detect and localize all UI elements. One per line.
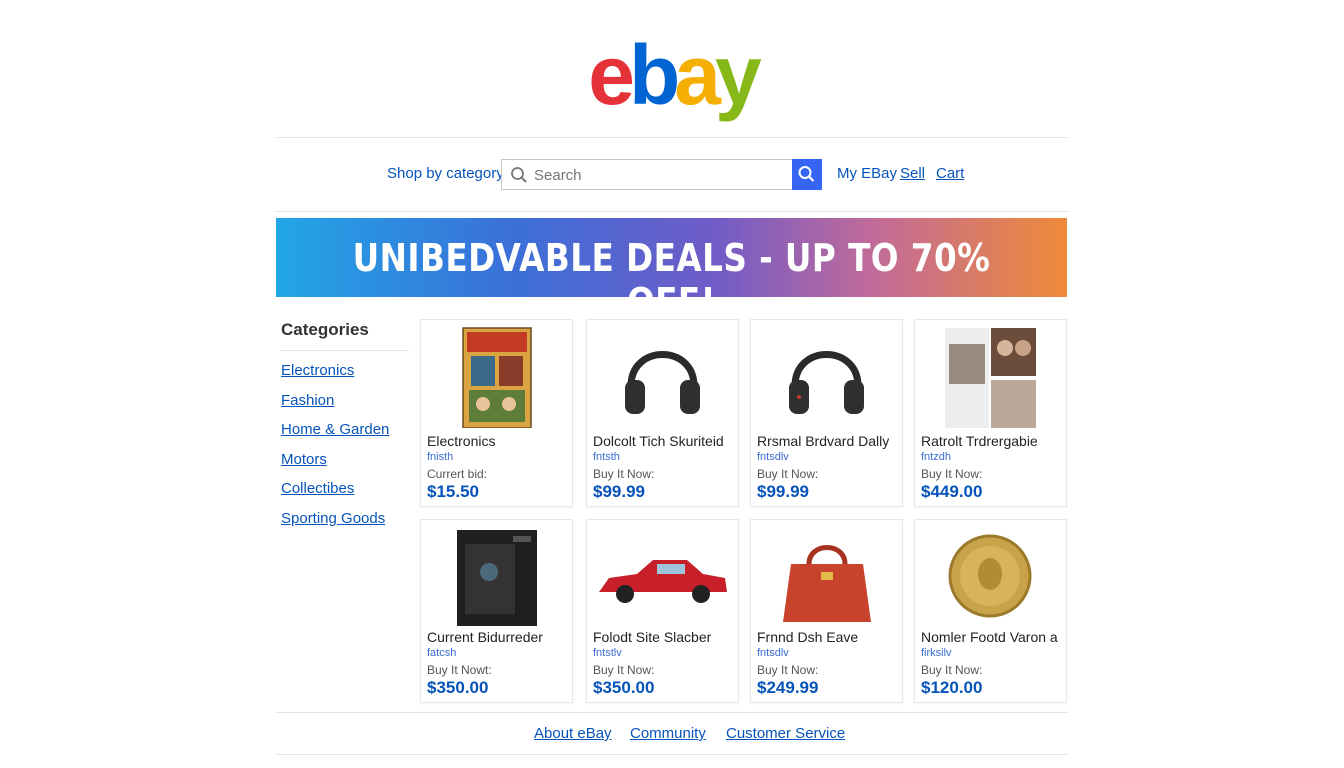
product-title[interactable]: Folodt Site Slacber: [593, 629, 711, 645]
product-price: $249.99: [757, 678, 819, 697]
seller-name: fntsth: [593, 451, 620, 463]
top-nav: Shop by category My EBay Sell Cart: [0, 159, 1344, 190]
product-price: $449.00: [921, 482, 983, 501]
sidebar-item-motors[interactable]: Motors: [281, 451, 409, 481]
gold-coin-image: [948, 534, 1032, 618]
search-icon: [511, 167, 527, 183]
price-label: Buy It Now:: [921, 663, 983, 677]
seller-name: fntsdlv: [757, 647, 789, 659]
seller-name: fatcsh: [427, 647, 457, 659]
nav-divider: [276, 211, 1068, 212]
product-title[interactable]: Current Bidurreder: [427, 629, 543, 645]
header: ebay: [0, 30, 1344, 120]
product-title[interactable]: Nomler Footd Varon a: [921, 629, 1058, 645]
product-card[interactable]: Current Bidurreder fatcsh Buy It Nowt: $…: [420, 519, 573, 703]
comic-poster-image: [462, 327, 532, 428]
sidebar-item-collectibles[interactable]: Collectibes: [281, 480, 409, 510]
sidebar-heading: Categories: [281, 320, 409, 351]
footer-divider-bottom: [276, 754, 1068, 755]
headphones-image: [789, 351, 864, 414]
search-button-icon: [798, 166, 815, 182]
product-card[interactable]: Electronics fnisth Currert bid: $15.50: [420, 319, 573, 507]
category-sidebar: Categories Electronics Fashion Home & Ga…: [281, 320, 409, 539]
logo-letter-e: e: [588, 28, 635, 122]
photo-collage-image: [945, 328, 1036, 428]
price-label: Currert bid:: [427, 467, 488, 481]
footer-about-link[interactable]: About eBay: [534, 725, 612, 742]
product-price: $350.00: [593, 678, 655, 697]
product-card[interactable]: Dolcolt Tich Skuriteid fntsth Buy It Now…: [586, 319, 739, 507]
product-card[interactable]: Ratrolt Trdrergabie fntzdh Buy It Now: $…: [914, 319, 1067, 507]
headphones-image: [625, 351, 700, 414]
product-title[interactable]: Frnnd Dsh Eave: [757, 629, 858, 645]
product-card[interactable]: Nomler Footd Varon a firksilv Buy It Now…: [914, 519, 1067, 703]
seller-name: fntsdlv: [757, 451, 789, 463]
seller-name: firksilv: [921, 647, 952, 659]
product-price: $99.99: [757, 482, 809, 501]
search-box[interactable]: [501, 159, 794, 190]
price-label: Buy It Now:: [593, 663, 655, 677]
shop-by-category-link[interactable]: Shop by category: [387, 165, 504, 182]
logo-letter-y: y: [715, 28, 762, 122]
red-handbag-image: [783, 545, 871, 622]
search-button[interactable]: [792, 159, 822, 190]
footer-customer-service-link[interactable]: Customer Service: [726, 725, 845, 742]
footer-community-link[interactable]: Community: [630, 725, 706, 742]
product-price: $99.99: [593, 482, 645, 501]
logo-letter-a: a: [674, 28, 721, 122]
cart-link[interactable]: Cart: [936, 165, 964, 182]
product-title[interactable]: Dolcolt Tich Skuriteid: [593, 433, 724, 449]
sidebar-item-fashion[interactable]: Fashion: [281, 392, 409, 422]
product-card[interactable]: Frnnd Dsh Eave fntsdlv Buy It Now: $249.…: [750, 519, 903, 703]
black-safe-image: [457, 530, 537, 626]
sidebar-item-sporting-goods[interactable]: Sporting Goods: [281, 510, 409, 540]
sidebar-item-electronics[interactable]: Electronics: [281, 362, 409, 392]
product-card[interactable]: Rrsmal Brdvard Dally fntsdlv Buy It Now:…: [750, 319, 903, 507]
product-price: $120.00: [921, 678, 983, 697]
price-label: Buy It Now:: [757, 663, 819, 677]
search-input[interactable]: [532, 163, 786, 187]
product-price: $350.00: [427, 678, 489, 697]
seller-name: fntstlv: [593, 647, 622, 659]
product-card[interactable]: Folodt Site Slacber fntstlv Buy It Now: …: [586, 519, 739, 703]
ebay-logo[interactable]: ebay: [588, 28, 762, 122]
price-label: Buy It Now:: [921, 467, 983, 481]
my-ebay-link[interactable]: My EBay: [837, 165, 897, 182]
price-label: Buy It Nowt:: [427, 663, 492, 677]
price-label: Buy It Now:: [757, 467, 819, 481]
price-label: Buy It Now:: [593, 467, 655, 481]
product-title[interactable]: Rrsmal Brdvard Dally: [757, 433, 889, 449]
footer: About eBay Community Customer Service: [276, 712, 1067, 754]
sell-link[interactable]: Sell: [900, 165, 925, 182]
seller-name: fnisth: [427, 451, 454, 463]
promo-banner[interactable]: UNIBEDVABLE DEALS - UP TO 70% OFF!: [276, 218, 1067, 324]
sidebar-item-home-garden[interactable]: Home & Garden: [281, 421, 409, 451]
product-title[interactable]: Ratrolt Trdrergabie: [921, 433, 1038, 449]
logo-letter-b: b: [628, 28, 680, 122]
product-price: $15.50: [427, 482, 479, 501]
header-divider: [276, 137, 1068, 138]
banner-text: UNIBEDVABLE DEALS - UP TO 70% OFF!: [352, 236, 991, 324]
product-title[interactable]: Electronics: [427, 433, 495, 449]
seller-name: fntzdh: [921, 451, 951, 463]
red-car-image: [599, 560, 727, 603]
